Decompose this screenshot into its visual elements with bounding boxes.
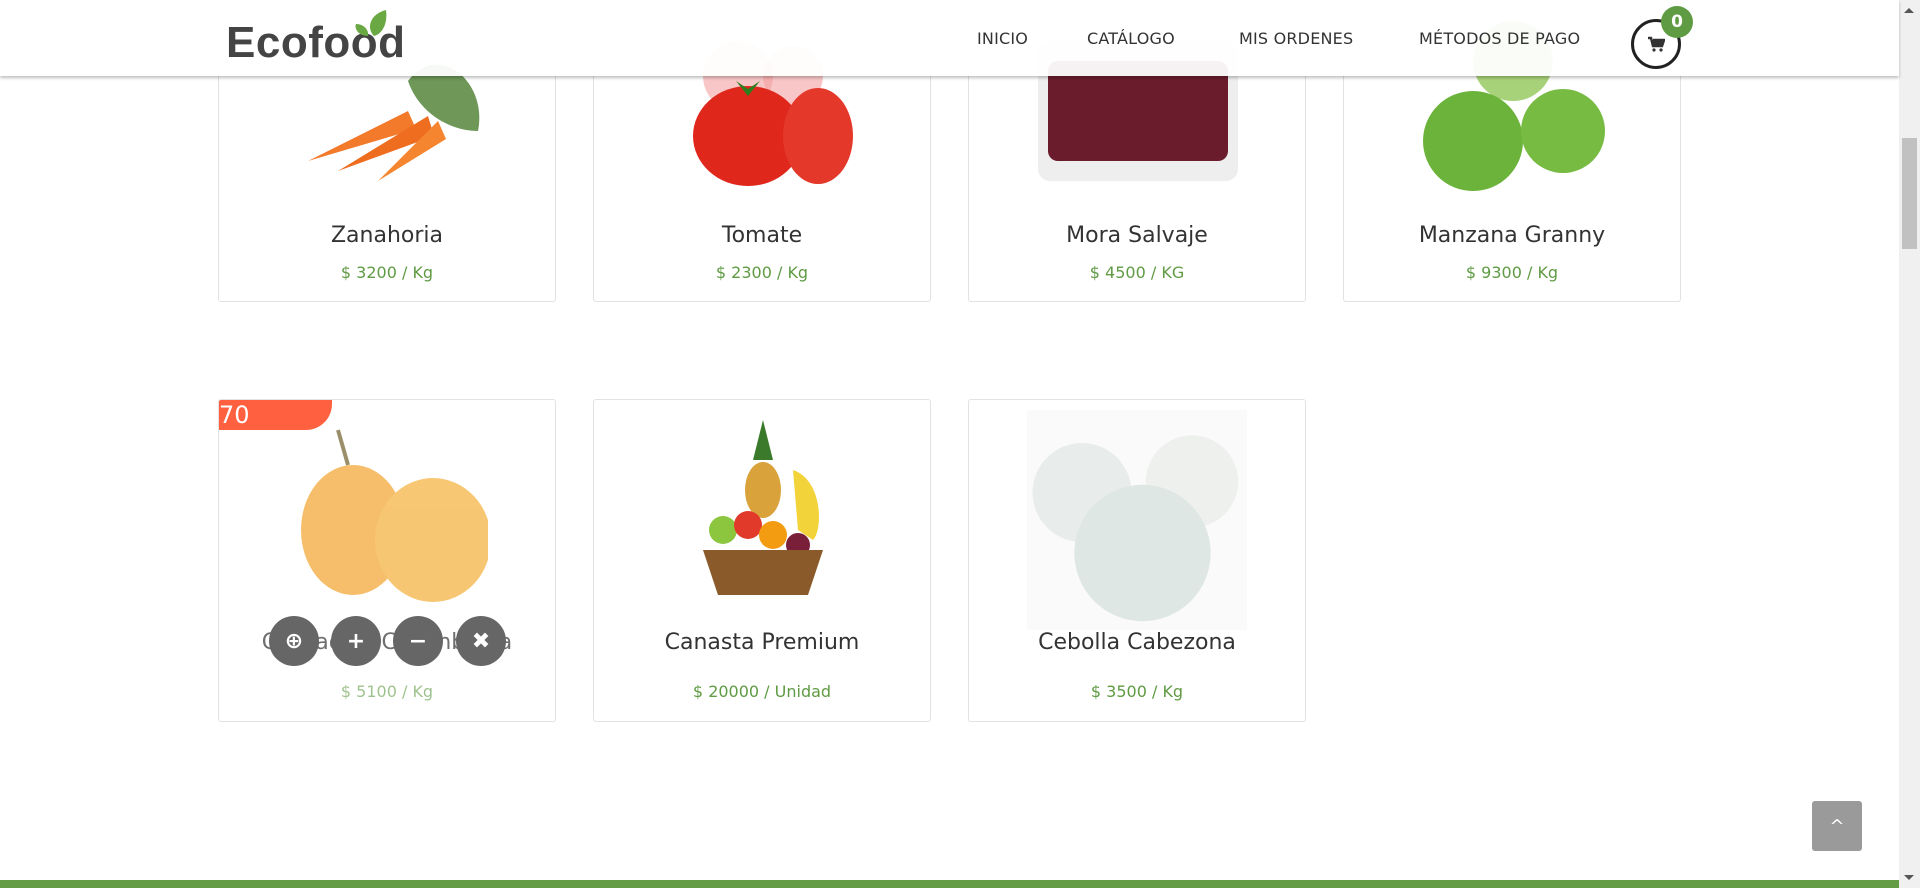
cart-icon: [1648, 36, 1665, 52]
plus-icon: +: [346, 628, 366, 654]
site-header: Ecofood INICIO CATÁLOGO MIS ORDENES MÉTO…: [0, 0, 1899, 76]
product-name[interactable]: Mora Salvaje: [969, 223, 1305, 248]
product-image-onion: [1027, 410, 1247, 630]
product-price: $ 20000 / Unidad: [692, 682, 832, 701]
scrollbar[interactable]: [1899, 0, 1920, 888]
nav-mis-ordenes[interactable]: MIS ORDENES: [1239, 29, 1353, 48]
product-name[interactable]: Tomate: [594, 223, 930, 248]
product-image-granadilla: [301, 429, 488, 602]
clear-button[interactable]: ✖: [456, 616, 506, 666]
cart-count-badge: 0: [1661, 6, 1693, 38]
back-to-top-button[interactable]: ^: [1812, 801, 1862, 851]
leaf-icon: [355, 10, 387, 36]
remove-from-cart-button[interactable]: −: [393, 616, 443, 666]
footer-bar: [0, 880, 1899, 888]
product-image-fruit-basket: [703, 420, 823, 595]
nav-inicio[interactable]: INICIO: [977, 29, 1028, 48]
add-to-cart-button[interactable]: +: [331, 616, 381, 666]
scroll-up-icon[interactable]: [1904, 8, 1914, 13]
product-price: $ 5100 / Kg: [340, 682, 434, 701]
chevron-up-icon: ^: [1829, 815, 1845, 837]
close-icon: ✖: [471, 628, 491, 654]
product-card[interactable]: 70 Granadilla Colombiana $ 5100 / Kg: [218, 399, 556, 722]
product-price: $ 9300 / Kg: [1465, 263, 1559, 282]
product-card[interactable]: Canasta Premium $ 20000 / Unidad: [593, 399, 931, 722]
discount-badge: 70: [219, 400, 332, 430]
nav-metodos-de-pago[interactable]: MÉTODOS DE PAGO: [1419, 29, 1580, 48]
product-name[interactable]: Manzana Granny: [1344, 223, 1680, 248]
product-price: $ 3200 / Kg: [340, 263, 434, 282]
product-price: $ 3500 / Kg: [1090, 682, 1184, 701]
quick-view-button[interactable]: ⊕: [269, 616, 319, 666]
product-price: $ 4500 / KG: [1089, 263, 1185, 282]
zoom-in-icon: ⊕: [284, 628, 304, 654]
nav-catalogo[interactable]: CATÁLOGO: [1087, 29, 1175, 48]
product-name[interactable]: Cebolla Cabezona: [969, 630, 1305, 655]
product-card[interactable]: Cebolla Cabezona $ 3500 / Kg: [968, 399, 1306, 722]
product-price: $ 2300 / Kg: [715, 263, 809, 282]
scroll-down-icon[interactable]: [1904, 875, 1914, 880]
product-name[interactable]: Zanahoria: [219, 223, 555, 248]
minus-icon: −: [408, 628, 428, 654]
product-name[interactable]: Canasta Premium: [594, 630, 930, 655]
scrollbar-thumb[interactable]: [1902, 138, 1917, 249]
